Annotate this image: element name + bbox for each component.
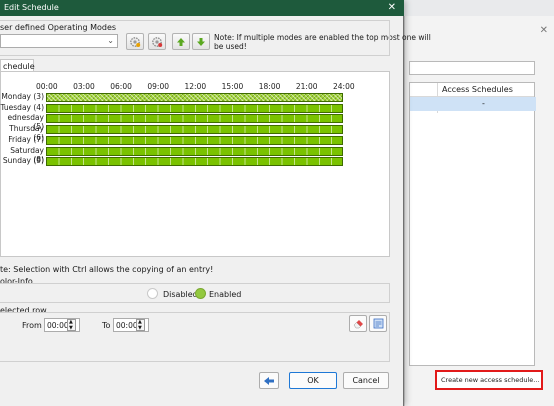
to-time-value: 00:00 bbox=[116, 321, 138, 330]
back-arrow-icon bbox=[264, 376, 274, 385]
operating-modes-group bbox=[0, 20, 390, 56]
weekly-schedule-grid[interactable]: 00:00 03:00 06:00 09:00 12:00 15:00 18:00 21:00… bbox=[0, 79, 360, 179]
hour-tick-label: 21:00 bbox=[295, 82, 318, 91]
from-label: From bbox=[22, 321, 42, 330]
edit-entry-button[interactable] bbox=[369, 315, 387, 332]
from-time-value: 00:00 bbox=[47, 321, 69, 330]
hour-tick-label: 12:00 bbox=[184, 82, 207, 91]
column-header-access-schedules[interactable]: Access Schedules bbox=[442, 85, 513, 94]
day-schedule-bar[interactable] bbox=[46, 103, 343, 113]
day-label: Monday (3) bbox=[1, 92, 44, 101]
table-row[interactable]: - bbox=[410, 97, 536, 111]
day-schedule-bar[interactable] bbox=[46, 93, 343, 102]
edit-icon bbox=[373, 318, 383, 329]
day-label: Friday (7) bbox=[8, 134, 44, 144]
cancel-button-label: Cancel bbox=[352, 376, 380, 385]
disabled-color-swatch bbox=[147, 288, 158, 299]
to-label: To bbox=[102, 321, 111, 330]
ok-button[interactable]: OK bbox=[289, 372, 337, 389]
hour-tick-label: 15:00 bbox=[221, 82, 244, 91]
to-time-spinner[interactable]: ▲ ▼ bbox=[136, 319, 145, 331]
day-schedule-bar[interactable] bbox=[46, 135, 343, 145]
access-schedules-window: ✕ Access Schedules - Create new access s… bbox=[404, 16, 554, 406]
hour-tick-label: 06:00 bbox=[110, 82, 132, 91]
access-schedules-table: Access Schedules - bbox=[409, 82, 536, 366]
eraser-icon bbox=[353, 320, 363, 329]
hour-tick-label: 03:00 bbox=[73, 82, 95, 91]
day-schedule-bar[interactable] bbox=[46, 146, 343, 156]
clear-entry-button[interactable] bbox=[349, 315, 367, 332]
day-schedule-bar[interactable] bbox=[46, 157, 343, 167]
tab-schedule-label: chedule bbox=[3, 62, 35, 71]
dialog-title: Edit Schedule bbox=[4, 3, 59, 12]
close-icon[interactable]: ✕ bbox=[388, 2, 396, 13]
legend-enabled-label: Enabled bbox=[209, 290, 242, 299]
edit-schedule-dialog: Edit Schedule ✕ ser defined Operating Mo… bbox=[0, 0, 431, 406]
title-bar: Edit Schedule ✕ bbox=[0, 0, 404, 16]
day-label: Tuesday (4) bbox=[0, 102, 44, 112]
ctrl-selection-note: te: Selection with Ctrl allows the copyi… bbox=[0, 265, 214, 274]
from-time-spinner[interactable]: ▲ ▼ bbox=[67, 319, 76, 331]
create-access-schedule-label: Create new access schedule... bbox=[441, 376, 540, 384]
back-button[interactable] bbox=[259, 372, 279, 389]
legend-disabled-label: Disabled bbox=[163, 290, 198, 299]
hour-tick-label: 09:00 bbox=[147, 82, 169, 91]
hour-tick-label: 18:00 bbox=[258, 82, 281, 91]
day-schedule-bar[interactable] bbox=[46, 114, 343, 124]
ok-button-label: OK bbox=[307, 376, 319, 385]
hour-tick-label: 24:00 bbox=[333, 82, 355, 91]
access-schedule-cell: - bbox=[482, 99, 485, 108]
cancel-button[interactable]: Cancel bbox=[343, 372, 389, 389]
table-header: Access Schedules bbox=[410, 83, 534, 97]
day-schedule-bar[interactable] bbox=[46, 125, 343, 135]
create-access-schedule-button[interactable]: Create new access schedule... bbox=[435, 370, 543, 390]
filter-input[interactable] bbox=[409, 61, 535, 75]
enabled-color-swatch bbox=[195, 288, 206, 299]
hour-tick-label: 00:00 bbox=[36, 82, 58, 91]
close-icon[interactable]: ✕ bbox=[540, 25, 548, 36]
day-label: Sunday (9) bbox=[2, 156, 44, 166]
